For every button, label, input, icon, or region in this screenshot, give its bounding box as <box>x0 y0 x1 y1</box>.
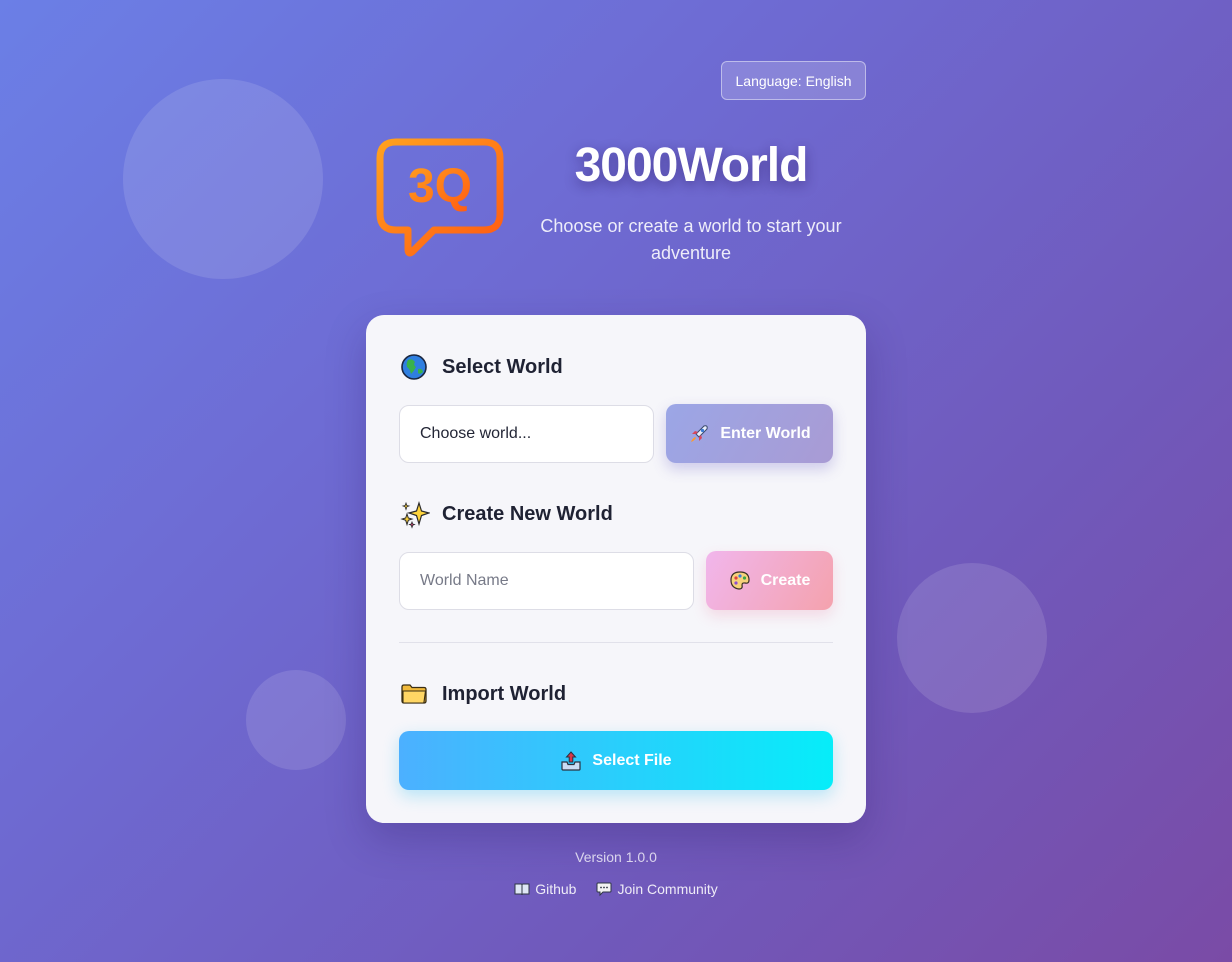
world-select[interactable]: Choose world... <box>399 405 654 463</box>
create-world-label: Create <box>760 571 811 589</box>
join-community-label: Join Community <box>617 881 718 897</box>
page-title: 3000World <box>574 139 809 192</box>
world-select-value: Choose world... <box>420 425 532 442</box>
enter-world-label: Enter World <box>720 424 811 442</box>
select-file-button[interactable]: Select File <box>399 731 833 790</box>
speech-bubble-icon <box>596 881 612 897</box>
create-world-heading: Create New World <box>400 499 613 529</box>
world-name-placeholder: World Name <box>420 572 509 589</box>
upload-tray-icon <box>560 750 582 772</box>
world-card: Select World Choose world... Enter World <box>366 315 866 823</box>
folder-icon <box>400 680 428 708</box>
decorative-circle <box>897 563 1047 713</box>
logo: 3Q <box>376 136 506 258</box>
select-file-label: Select File <box>592 751 672 769</box>
divider <box>399 642 833 643</box>
logo-speech-bubble-icon: 3Q <box>376 138 504 257</box>
create-world-button[interactable]: Create <box>706 551 833 610</box>
world-name-input[interactable]: World Name <box>399 552 694 610</box>
logo-text: 3Q <box>408 160 472 213</box>
github-link[interactable]: Github <box>514 881 576 897</box>
palette-icon <box>729 570 751 592</box>
decorative-circle <box>246 670 346 770</box>
enter-world-button[interactable]: Enter World <box>666 404 833 463</box>
github-link-label: Github <box>535 881 577 897</box>
page-subtitle: Choose or create a world to start your a… <box>540 216 842 263</box>
footer-links: Github Join Community <box>0 881 1232 897</box>
select-world-title: Select World <box>442 355 563 378</box>
version-text: Version 1.0.0 <box>575 849 657 865</box>
join-community-link[interactable]: Join Community <box>596 881 718 897</box>
decorative-circle <box>123 79 323 279</box>
select-world-heading: Select World <box>400 352 563 382</box>
sparkles-icon <box>400 500 432 529</box>
globe-icon <box>400 353 428 381</box>
import-world-title: Import World <box>442 682 567 705</box>
create-world-title: Create New World <box>442 502 613 525</box>
import-world-heading: Import World <box>400 679 566 709</box>
language-button[interactable]: Language: English <box>721 61 866 100</box>
rocket-icon <box>688 423 710 445</box>
book-icon <box>514 881 530 897</box>
